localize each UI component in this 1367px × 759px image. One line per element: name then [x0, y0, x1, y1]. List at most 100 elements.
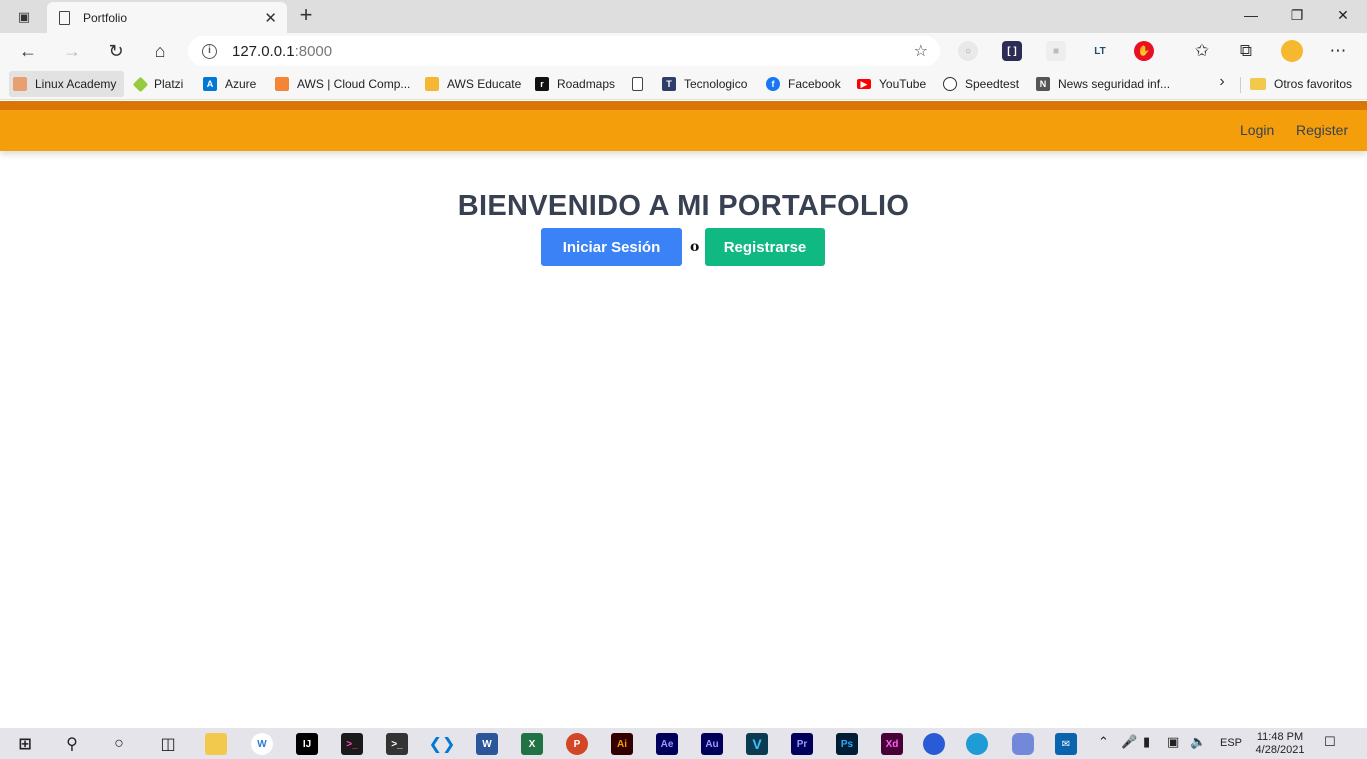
forward-icon[interactable]: → — [59, 38, 85, 64]
app-icon[interactable]: W — [251, 733, 273, 755]
login-button[interactable]: Iniciar Sesión — [541, 228, 682, 266]
vscode-icon[interactable]: ❮❯ — [429, 733, 456, 755]
restore-icon[interactable]: ❐ — [1274, 0, 1320, 30]
clock-time: 11:48 PM — [1256, 731, 1304, 743]
language-indicator[interactable]: ESP — [1220, 737, 1242, 749]
word-icon[interactable]: W — [476, 733, 498, 755]
battery-icon[interactable]: ▮ — [1143, 734, 1150, 750]
site-info-icon[interactable]: i — [202, 43, 217, 59]
tab-portfolio[interactable]: Portfolio ✕ — [47, 2, 287, 33]
bookmark-label: AWS Educate — [447, 77, 522, 91]
extension-icon[interactable]: LT — [1090, 41, 1110, 61]
bookmark-aws-educate[interactable]: AWS Educate — [421, 71, 525, 97]
tab-actions-icon[interactable]: ▣ — [8, 6, 40, 28]
show-hidden-icons-icon[interactable]: ⌃ — [1098, 734, 1109, 750]
premiere-icon[interactable]: Pr — [791, 733, 813, 755]
volume-icon[interactable]: 🔈 — [1190, 734, 1206, 750]
box-icon — [425, 77, 439, 91]
vegas-icon[interactable]: V — [746, 733, 768, 755]
nav-register-link[interactable]: Register — [1296, 122, 1348, 138]
roadmaps-icon: r — [535, 77, 549, 91]
powerpoint-icon[interactable]: P — [566, 733, 588, 755]
facebook-icon: f — [766, 77, 780, 91]
edge-icon[interactable] — [966, 733, 988, 755]
bookmark-news-seguridad[interactable]: N News seguridad inf... — [1032, 71, 1174, 97]
clock[interactable]: 11:48 PM 4/28/2021 — [1244, 731, 1316, 757]
page-icon — [59, 10, 70, 25]
nav-login-link[interactable]: Login — [1240, 122, 1274, 138]
bookmarks-divider — [1240, 77, 1241, 93]
new-tab-icon[interactable]: + — [293, 3, 319, 29]
aws-cube-icon — [275, 77, 289, 91]
tecnologico-icon: T — [662, 77, 676, 91]
profile-avatar[interactable] — [1281, 40, 1303, 62]
site-navbar: Login Register — [0, 110, 1367, 151]
address-port: :8000 — [294, 42, 333, 60]
notifications-icon[interactable]: ☐ — [1324, 734, 1336, 750]
bookmark-page[interactable] — [628, 71, 649, 97]
address-bar[interactable]: i 127.0.0.1:8000 ☆ — [188, 36, 940, 66]
bookmarks-more-icon[interactable]: › — [1212, 73, 1232, 95]
tab-strip: ▣ Portfolio ✕ + — ❐ ✕ — [0, 0, 1367, 33]
bookmark-label: Otros favoritos — [1274, 77, 1353, 91]
hyper-terminal-icon[interactable]: >_ — [341, 733, 363, 755]
refresh-icon[interactable]: ↻ — [103, 38, 129, 64]
bookmark-azure[interactable]: A Azure — [199, 71, 260, 97]
page-title: BIENVENIDO A MI PORTAFOLIO — [457, 190, 910, 222]
adblock-icon[interactable]: ✋ — [1134, 41, 1154, 61]
bookmark-linux-academy[interactable]: Linux Academy — [9, 71, 124, 97]
page-icon — [632, 77, 643, 91]
favorites-icon[interactable]: ✩ — [1190, 39, 1214, 63]
bookmark-youtube[interactable]: ▶ YouTube — [853, 71, 930, 97]
register-button[interactable]: Registrarse — [705, 228, 825, 266]
cortana-icon[interactable]: ○ — [108, 733, 130, 755]
extension-icon[interactable]: [ ] — [1002, 41, 1022, 61]
bookmark-label: Tecnologico — [684, 77, 748, 91]
bookmark-speedtest[interactable]: Speedtest — [939, 71, 1023, 97]
back-icon[interactable]: ← — [15, 38, 41, 64]
close-window-icon[interactable]: ✕ — [1320, 0, 1366, 30]
bookmark-label: Speedtest — [965, 77, 1020, 91]
bookmark-tecnologico[interactable]: T Tecnologico — [658, 71, 751, 97]
task-view-icon[interactable]: ◫ — [157, 733, 179, 755]
excel-icon[interactable]: X — [521, 733, 543, 755]
audition-icon[interactable]: Au — [701, 733, 723, 755]
file-explorer-icon[interactable] — [205, 733, 227, 755]
bookmark-label: YouTube — [879, 77, 927, 91]
bookmark-facebook[interactable]: f Facebook — [762, 71, 845, 97]
firefox-icon[interactable] — [923, 733, 945, 755]
terminal-icon[interactable]: >_ — [386, 733, 408, 755]
minimize-icon[interactable]: — — [1228, 0, 1274, 30]
illustrator-icon[interactable]: Ai — [611, 733, 633, 755]
bookmark-platzi[interactable]: Platzi — [131, 71, 187, 97]
home-icon[interactable]: ⌂ — [147, 38, 173, 64]
cloud-icon — [13, 77, 27, 91]
platzi-icon — [132, 76, 149, 92]
collections-icon[interactable]: ⧉ — [1234, 39, 1258, 63]
more-options-icon[interactable]: ⋯ — [1326, 39, 1350, 63]
close-tab-icon[interactable]: ✕ — [264, 9, 277, 27]
add-favorite-icon[interactable]: ☆ — [914, 41, 928, 61]
speedtest-icon — [943, 77, 957, 91]
photoshop-icon[interactable]: Ps — [836, 733, 858, 755]
address-host: 127.0.0.1 — [232, 42, 295, 60]
search-icon[interactable]: ⚲ — [61, 733, 83, 755]
discord-icon[interactable] — [1012, 733, 1034, 755]
extension-icon[interactable]: ○ — [958, 41, 978, 61]
bookmark-other-favorites[interactable]: Otros favoritos — [1246, 71, 1356, 97]
bookmark-label: Roadmaps — [557, 77, 616, 91]
windows-start-icon[interactable]: ⊞ — [14, 733, 36, 755]
after-effects-icon[interactable]: Ae — [656, 733, 678, 755]
folder-icon — [1250, 78, 1266, 90]
azure-icon: A — [203, 77, 217, 91]
microphone-icon[interactable]: 🎤 — [1121, 734, 1137, 750]
jetbrains-icon[interactable]: IJ — [296, 733, 318, 755]
network-icon[interactable]: ▣ — [1167, 734, 1179, 750]
bookmark-aws-cloud[interactable]: AWS | Cloud Comp... — [271, 71, 414, 97]
extension-icon[interactable]: ■ — [1046, 41, 1066, 61]
mail-icon[interactable]: ✉ — [1055, 733, 1077, 755]
windows-taskbar: ⊞ ⚲ ○ ◫ W IJ >_ >_ ❮❯ W X P Ai Ae Au V P… — [0, 728, 1367, 759]
bookmark-roadmaps[interactable]: r Roadmaps — [531, 71, 619, 97]
tab-title: Portfolio — [83, 10, 128, 25]
xd-icon[interactable]: Xd — [881, 733, 903, 755]
